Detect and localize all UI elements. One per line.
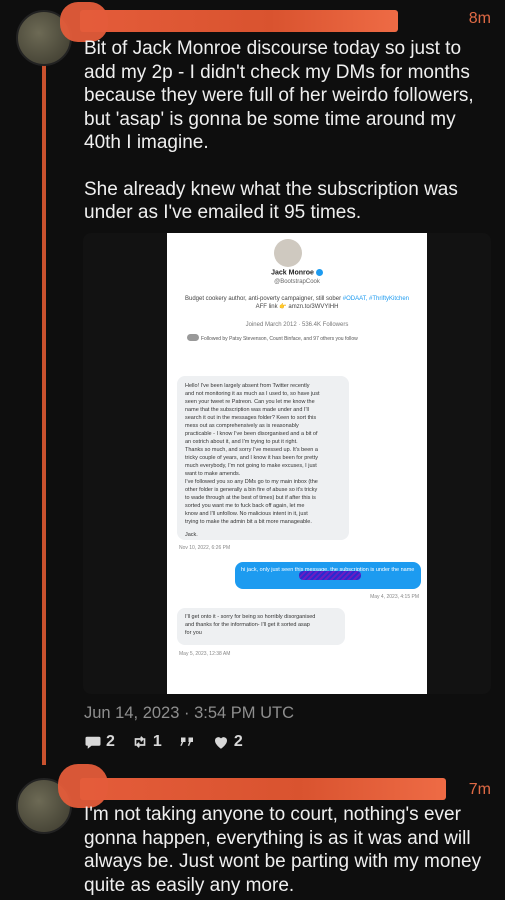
- dm-line: want to make amends.: [185, 471, 241, 477]
- profile-joined: Joined March 2012 · 536.4K Followers: [245, 322, 349, 328]
- attached-image[interactable]: Jack Monroe @BootstrapCook Budget cooker…: [83, 233, 491, 694]
- post-stats: 2 1 2: [84, 733, 243, 751]
- redaction-scribble: [299, 571, 361, 580]
- dm-timestamp: May 5, 2023, 12:38 AM: [179, 651, 231, 657]
- dm-line: to wade through at the best of times) bu…: [185, 495, 316, 501]
- dm-line: an ostrich about it, and I'm trying to p…: [185, 439, 298, 445]
- reply-stat[interactable]: 2: [84, 733, 115, 751]
- dm-line: search it out in the messages folder? Ke…: [185, 415, 317, 421]
- dm-line: tricky couple of years, and I know it ha…: [185, 455, 318, 461]
- retweet-stat[interactable]: 1: [131, 733, 162, 751]
- dm-line: seen your tweet re Patreon. Can you let …: [185, 399, 315, 405]
- dm-line: for you: [185, 630, 202, 636]
- post-body: I'm not taking anyone to court, nothing'…: [84, 803, 494, 897]
- dm-line: I've followed you so any DMs go to my ma…: [185, 479, 318, 485]
- post-body: Bit of Jack Monroe discourse today so ju…: [84, 37, 494, 225]
- author-name-redacted[interactable]: [80, 10, 398, 32]
- post-time[interactable]: 7m: [469, 781, 491, 799]
- dm-line: name that the subscription was made unde…: [185, 407, 309, 413]
- retweet-icon: [134, 736, 146, 748]
- dm-timestamp: Nov 10, 2022, 6:26 PM: [179, 545, 231, 551]
- redaction-scribble: [60, 2, 108, 42]
- reply-icon: [85, 736, 101, 749]
- dm-line: and not monitoring it as much as I used …: [185, 391, 320, 397]
- post-paragraph: Bit of Jack Monroe discourse today so ju…: [84, 38, 474, 153]
- dm-line: and thanks for the information- I'll get…: [185, 622, 310, 628]
- post-date[interactable]: Jun 14, 2023 · 3:54 PM UTC: [84, 704, 294, 723]
- dm-line: mess out as comprehensively as is reason…: [185, 423, 299, 429]
- followers-avatars: [187, 334, 199, 341]
- dm-line: sorted you want me to fuck back off agai…: [185, 503, 305, 509]
- dm-screenshot: Jack Monroe @BootstrapCook Budget cooker…: [167, 233, 427, 694]
- profile-avatar: [274, 239, 302, 267]
- dm-message-sent: hi jack, only just seen this message. th…: [235, 562, 421, 589]
- dm-message-received: I'll get onto it - sorry for being so ho…: [177, 608, 345, 645]
- dm-line: other folder is generally a bin fire of …: [185, 487, 318, 493]
- dm-signature: Jack.: [185, 532, 198, 538]
- dm-line: practicable - I know I've been disorgani…: [185, 431, 318, 437]
- profile-bio: Budget cookery author, anti-poverty camp…: [184, 296, 409, 310]
- profile-handle: @BootstrapCook: [274, 279, 320, 285]
- dm-line: know and I'll unfollow. No malicious int…: [185, 511, 308, 517]
- quote-stat[interactable]: [178, 733, 196, 751]
- profile-name: Jack Monroe: [167, 269, 427, 277]
- thread-line: [42, 55, 46, 765]
- dm-line: trying to make the admin bit a bit more …: [185, 519, 312, 525]
- dm-message-received: Hello! I've been largely absent from Twi…: [177, 376, 349, 540]
- redaction-scribble: [58, 764, 108, 808]
- post-time[interactable]: 8m: [469, 10, 491, 28]
- author-name-redacted[interactable]: [80, 778, 446, 800]
- dm-line: I'll get onto it - sorry for being so ho…: [185, 614, 316, 620]
- dm-line: much everybody, I'm not going to make ex…: [185, 463, 317, 469]
- post-paragraph: She already knew what the subscription w…: [84, 178, 458, 224]
- like-stat[interactable]: 2: [212, 733, 243, 751]
- dm-timestamp: May 4, 2023, 4:15 PM: [370, 594, 419, 600]
- dm-line: Thanks so much, and sorry I've messed up…: [185, 447, 318, 453]
- verified-icon: [315, 269, 323, 276]
- profile-followed-by: Followed by Patsy Stevenson, Count Binfa…: [201, 336, 358, 342]
- dm-line: Hello! I've been largely absent from Twi…: [185, 383, 310, 389]
- heart-icon: [214, 737, 227, 749]
- quote-icon: [180, 737, 193, 746]
- post-paragraph: I'm not taking anyone to court, nothing'…: [84, 804, 482, 896]
